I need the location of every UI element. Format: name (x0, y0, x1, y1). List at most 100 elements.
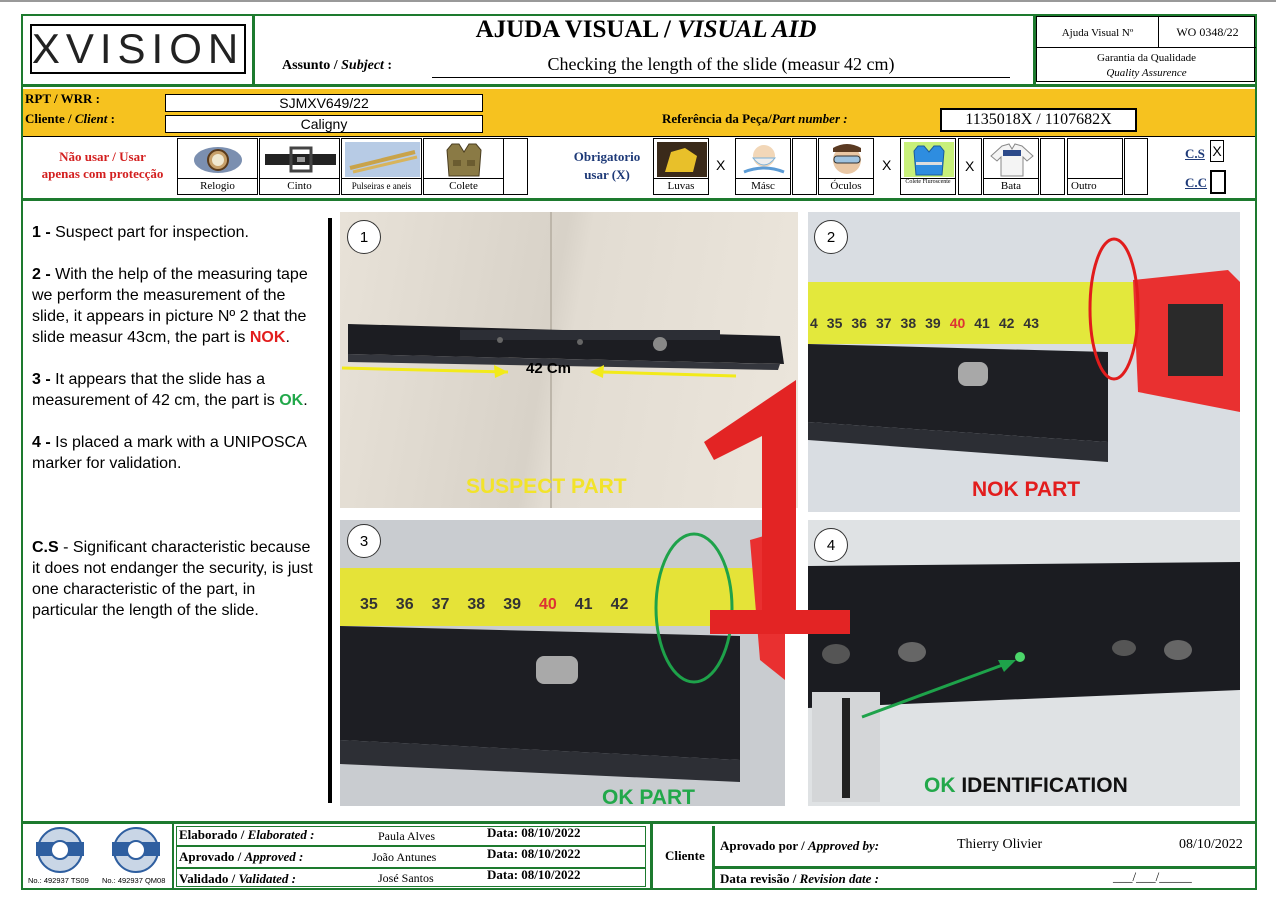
column-divider (328, 218, 332, 803)
elaborated-date: Data: 08/10/2022 (487, 825, 581, 840)
ppe-divider (23, 198, 1255, 201)
hi-vis-vest-icon (904, 142, 954, 177)
certification-logo-1 (36, 827, 84, 873)
glasses-mark-box: X (876, 138, 900, 195)
ok-identification-caption: OK IDENTIFICATION (924, 774, 1128, 797)
approved-by-date: 08/10/2022 (1179, 837, 1243, 852)
ppe-other-label: Outro (1068, 178, 1122, 194)
ppe-hi-vis-vest: Colete Fluroscente (900, 138, 956, 195)
ppe-coat-label: Bata (984, 178, 1038, 194)
elaborated-name: Paula Alves (378, 829, 435, 843)
cert-number-2: No.: 492937 QM08 (102, 876, 166, 885)
nok-caption: NOK PART (972, 478, 1081, 501)
ppe-empty-slot (503, 138, 528, 195)
ppe-coat: Bata (983, 138, 1039, 195)
coat-icon (990, 143, 1034, 177)
version-number-overlay (704, 380, 850, 634)
mask-icon (743, 145, 785, 174)
elaborated-label: Elaborado / Elaborated : (179, 827, 315, 842)
ppe-glasses: Óculos (818, 138, 874, 195)
rpt-label: RPT / WRR : (25, 91, 100, 106)
cc-checkbox (1210, 170, 1226, 194)
mask-mark-box (792, 138, 817, 195)
suspect-caption: SUSPECT PART (466, 475, 627, 498)
ppe-gloves: Luvas (653, 138, 709, 195)
vest-icon (446, 143, 482, 177)
ppe-glasses-label: Óculos (819, 178, 873, 194)
photo-nok-part: 4 35 36 37 38 39 40 41 42 43 2 NOK PART (808, 212, 1240, 512)
marked-slide-drawing (808, 562, 1240, 802)
part-number-label: Referência da Peça/Part number : (662, 111, 848, 126)
validated-date: Data: 08/10/2022 (487, 867, 581, 882)
client-vsep (712, 826, 715, 888)
photo-ok-identification: 4 OK IDENTIFICATION (808, 520, 1240, 806)
company-logo: XVISION (30, 24, 246, 74)
cs-label: C.S (1185, 146, 1205, 161)
step-2: 2 - With the help of the measuring tape … (32, 266, 308, 346)
header-vsep-1 (252, 16, 255, 84)
footer-vsep-logos (172, 824, 174, 888)
hi-vis-mark: X (965, 158, 975, 174)
approved-date: Data: 08/10/2022 (487, 846, 581, 861)
client-value: Caligny (165, 115, 483, 133)
certification-logo-2 (112, 827, 160, 873)
client-label: Cliente / Client : (25, 111, 115, 126)
ppe-belt-label: Cinto (260, 178, 339, 194)
mandatory-label: Obrigatorio usar (X) (573, 149, 641, 182)
ppe-mask-label: Másc (736, 178, 790, 194)
cert-number-1: No.: 492937 TS09 (28, 876, 89, 885)
validated-name: José Santos (378, 871, 434, 885)
visual-aid-number: WO 0348/22 (1176, 25, 1239, 39)
coat-mark-box (1040, 138, 1065, 195)
hi-vis-mark-box: X (958, 138, 982, 195)
ppe-top-line (23, 136, 1255, 137)
ppe-watch-label: Relogio (178, 178, 257, 194)
step-3: 3 - It appears that the slide has a meas… (32, 371, 308, 409)
approved-name: João Antunes (372, 850, 437, 864)
header-divider (23, 84, 1255, 87)
other-mark-box (1124, 138, 1148, 195)
ppe-bracelets-label: Pulseiras e aneis (342, 178, 421, 194)
nok-tape-ticks: 4 35 36 37 38 39 40 41 42 43 (810, 315, 1039, 331)
page-title: AJUDA VISUAL / VISUAL AID (475, 16, 817, 43)
approved-by-name: Thierry Olivier (957, 837, 1043, 852)
top-rule (0, 0, 1276, 2)
measure-label: 42 Cm (526, 360, 572, 377)
ppe-vest: Colete (423, 138, 504, 195)
ppe-bracelets: Pulseiras e aneis (341, 138, 422, 195)
ppe-hi-vis-vest-label: Colete Fluroscente (901, 178, 955, 194)
footer-vsep (650, 824, 653, 888)
belt-icon (265, 146, 336, 173)
forbidden-label: Não usar / Usar apenas com protecção (41, 149, 164, 181)
step-1: 1 - Suspect part for inspection. (32, 224, 249, 241)
glasses-mark: X (882, 157, 892, 173)
ppe-other: Outro (1067, 138, 1123, 195)
photo-1-number: 1 (347, 220, 381, 254)
cs-checkbox: X (1210, 140, 1224, 162)
visual-aid-label: Ajuda Visual Nº (1037, 17, 1159, 48)
rpt-value: SJMXV649/22 (165, 94, 483, 112)
subject-label: Assunto / Subject : (282, 58, 393, 73)
step-4: 4 - Is placed a mark with a UNIPOSCA mar… (32, 434, 306, 472)
cs-definition: C.S - Significant characteristic because… (32, 539, 313, 619)
visual-aid-number-box: Ajuda Visual Nº WO 0348/22 Garantia da Q… (1036, 16, 1256, 82)
cc-label: C.C (1185, 175, 1208, 190)
revision-date: ___/___/_____ (1113, 869, 1192, 884)
ppe-watch: Relogio (177, 138, 258, 195)
gloves-mark: X (716, 157, 726, 173)
gloves-icon (657, 142, 707, 177)
quality-assurance: Garantia da Qualidade Quality Assurence (1097, 52, 1196, 79)
approved-by-label: Aprovado por / Approved by: (720, 838, 880, 853)
part-number-value: 1135018X / 1107682X (940, 108, 1137, 132)
photo-2-number: 2 (814, 220, 848, 254)
bracelet-icon (345, 142, 420, 177)
nok-tape-drawing (808, 237, 1240, 462)
ppe-belt: Cinto (259, 138, 340, 195)
watch-icon (194, 147, 242, 173)
subject-value: Checking the length of the slide (measur… (432, 54, 1010, 78)
validated-label: Validado / Validated : (179, 871, 296, 886)
revision-label: Data revisão / Revision date : (720, 871, 879, 886)
footer-divider (23, 821, 1255, 824)
photo-3-number: 3 (347, 524, 381, 558)
ppe-mask: Másc (735, 138, 791, 195)
